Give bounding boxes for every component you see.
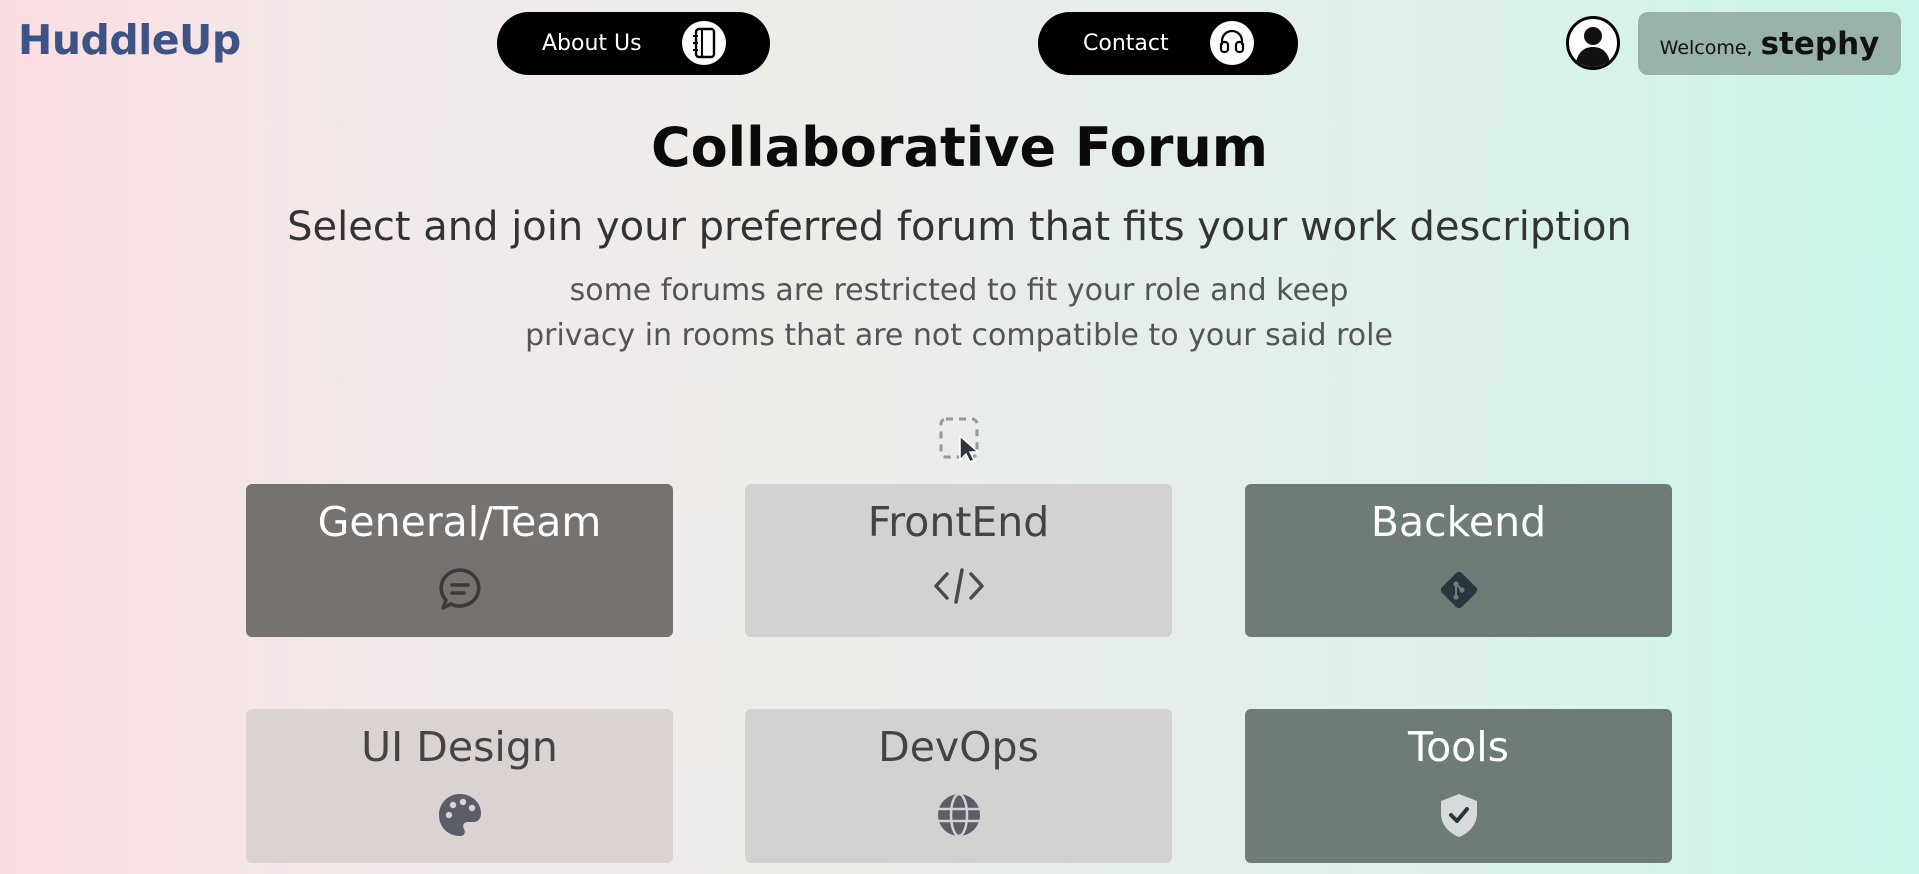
contact-button[interactable]: Contact <box>1038 12 1298 75</box>
avatar[interactable] <box>1566 16 1620 70</box>
forum-card-ui-design[interactable]: UI Design <box>246 709 673 863</box>
select-cursor-icon <box>938 416 982 466</box>
forum-card-devops[interactable]: DevOps <box>745 709 1172 863</box>
shield-check-icon <box>1437 791 1481 843</box>
forum-card-label: Backend <box>1370 498 1547 546</box>
page-subtitle: Select and join your preferred forum tha… <box>287 204 1632 250</box>
about-us-label: About Us <box>542 31 642 56</box>
forum-card-label: Tools <box>1408 723 1509 771</box>
forum-card-general[interactable]: General/Team <box>246 484 673 637</box>
page-title: Collaborative Forum <box>650 116 1269 179</box>
welcome-badge[interactable]: Welcome, stephy <box>1638 12 1901 75</box>
forum-card-frontend[interactable]: FrontEnd <box>745 484 1172 637</box>
about-us-button[interactable]: About Us <box>497 12 770 75</box>
logo[interactable]: HuddleUp <box>18 16 241 64</box>
git-icon <box>1435 566 1483 618</box>
forum-card-backend[interactable]: Backend <box>1245 484 1672 637</box>
forum-card-label: FrontEnd <box>867 498 1050 546</box>
forum-card-label: General/Team <box>317 498 602 546</box>
code-icon <box>933 566 985 610</box>
forum-card-tools[interactable]: Tools <box>1245 709 1672 863</box>
palette-icon <box>436 791 484 843</box>
contact-label: Contact <box>1083 31 1169 56</box>
globe-icon <box>935 791 983 843</box>
username: stephy <box>1760 25 1880 62</box>
forum-card-label: UI Design <box>361 723 558 771</box>
welcome-prefix: Welcome, <box>1659 36 1753 59</box>
headset-icon <box>1210 21 1254 65</box>
notebook-icon <box>682 21 726 65</box>
chat-icon <box>437 566 483 616</box>
forum-card-label: DevOps <box>878 723 1039 771</box>
restriction-note: some forums are restricted to fit your r… <box>525 273 1393 353</box>
